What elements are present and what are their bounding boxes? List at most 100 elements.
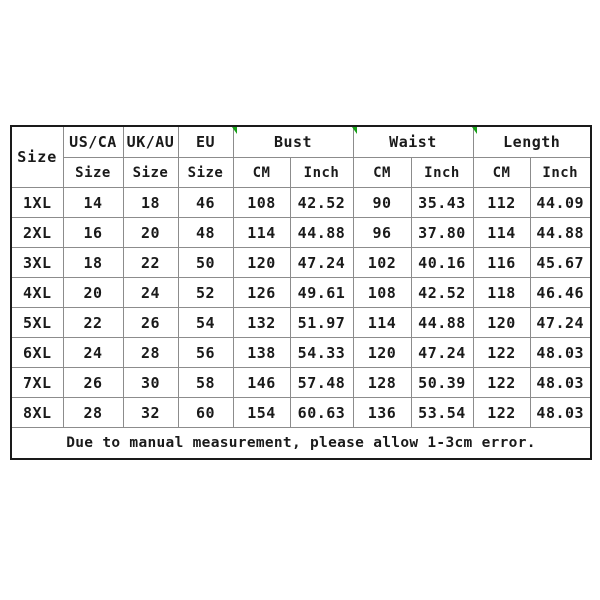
table-row: 1XL 14 18 46 108 42.52 90 35.43 112 44.0… — [11, 187, 591, 218]
cell-us-ca: 26 — [62, 367, 124, 398]
cell-length-inch: 48.03 — [529, 397, 591, 428]
cell-eu: 60 — [177, 397, 234, 428]
table-row: 4XL 20 24 52 126 49.61 108 42.52 118 46.… — [11, 277, 591, 308]
cell-eu: 50 — [177, 247, 234, 278]
cell-size: 6XL — [11, 337, 64, 368]
cell-length-inch: 44.09 — [529, 187, 591, 218]
cell-size: 1XL — [11, 187, 64, 218]
cell-eu: 54 — [177, 307, 234, 338]
cell-waist-cm: 90 — [352, 187, 412, 218]
cell-waist-cm: 120 — [352, 337, 412, 368]
cell-waist-inch: 42.52 — [410, 277, 474, 308]
header-size-corner: Size — [11, 126, 64, 188]
cell-length-inch: 46.46 — [529, 277, 591, 308]
table-row: 7XL 26 30 58 146 57.48 128 50.39 122 48.… — [11, 367, 591, 398]
cell-uk-au: 26 — [122, 307, 179, 338]
cell-bust-cm: 114 — [232, 217, 291, 248]
cell-waist-cm: 136 — [352, 397, 412, 428]
cell-eu: 58 — [177, 367, 234, 398]
table-row: 5XL 22 26 54 132 51.97 114 44.88 120 47.… — [11, 307, 591, 338]
cell-waist-cm: 102 — [352, 247, 412, 278]
header-group-row: Size US/CA UK/AU EU Bust Waist Length — [11, 126, 591, 188]
cell-us-ca: 14 — [62, 187, 124, 218]
cell-eu: 46 — [177, 187, 234, 218]
cell-us-ca: 28 — [62, 397, 124, 428]
cell-length-cm: 122 — [472, 367, 531, 398]
table-row: 2XL 16 20 48 114 44.88 96 37.80 114 44.8… — [11, 217, 591, 248]
cell-length-inch: 47.24 — [529, 307, 591, 338]
cell-uk-au: 24 — [122, 277, 179, 308]
cell-waist-inch: 37.80 — [410, 217, 474, 248]
header-sub-waist-inch: Inch — [410, 157, 474, 188]
cell-bust-inch: 47.24 — [289, 247, 354, 278]
cell-size: 8XL — [11, 397, 64, 428]
table-row: 8XL 28 32 60 154 60.63 136 53.54 122 48.… — [11, 397, 591, 428]
cell-size: 2XL — [11, 217, 64, 248]
cell-size: 4XL — [11, 277, 64, 308]
cell-bust-cm: 132 — [232, 307, 291, 338]
header-group-length: Length — [472, 126, 591, 158]
cell-waist-inch: 53.54 — [410, 397, 474, 428]
cell-us-ca: 16 — [62, 217, 124, 248]
cell-length-cm: 122 — [472, 397, 531, 428]
cell-length-inch: 44.88 — [529, 217, 591, 248]
header-sub-bust-cm: CM — [232, 157, 291, 188]
cell-eu: 52 — [177, 277, 234, 308]
cell-bust-inch: 42.52 — [289, 187, 354, 218]
header-group-bust: Bust — [232, 126, 354, 158]
cell-uk-au: 20 — [122, 217, 179, 248]
cell-length-inch: 45.67 — [529, 247, 591, 278]
cell-length-cm: 118 — [472, 277, 531, 308]
header-sub-length-cm: CM — [472, 157, 531, 188]
cell-size: 5XL — [11, 307, 64, 338]
size-chart-table: Size US/CA UK/AU EU Bust Waist Length Si… — [10, 125, 592, 460]
cell-bust-inch: 51.97 — [289, 307, 354, 338]
cell-length-inch: 48.03 — [529, 367, 591, 398]
header-sub-waist-cm: CM — [352, 157, 412, 188]
cell-eu: 56 — [177, 337, 234, 368]
cell-length-cm: 114 — [472, 217, 531, 248]
cell-uk-au: 30 — [122, 367, 179, 398]
cell-bust-inch: 57.48 — [289, 367, 354, 398]
header-sub-eu-size: Size — [177, 157, 234, 188]
measurement-note-row: Due to manual measurement, please allow … — [11, 427, 591, 460]
header-group-eu: EU — [177, 126, 234, 158]
cell-uk-au: 22 — [122, 247, 179, 278]
cell-bust-cm: 154 — [232, 397, 291, 428]
cell-bust-inch: 54.33 — [289, 337, 354, 368]
cell-waist-inch: 44.88 — [410, 307, 474, 338]
cell-size: 7XL — [11, 367, 64, 398]
cell-bust-cm: 126 — [232, 277, 291, 308]
cell-bust-inch: 44.88 — [289, 217, 354, 248]
cell-length-cm: 112 — [472, 187, 531, 218]
cell-waist-cm: 108 — [352, 277, 412, 308]
cell-us-ca: 20 — [62, 277, 124, 308]
cell-bust-inch: 60.63 — [289, 397, 354, 428]
cell-bust-cm: 108 — [232, 187, 291, 218]
header-sub-us-ca-size: Size — [63, 157, 124, 188]
cell-size: 3XL — [11, 247, 64, 278]
header-group-waist: Waist — [352, 126, 474, 158]
cell-uk-au: 32 — [122, 397, 179, 428]
header-sub-uk-au-size: Size — [122, 157, 179, 188]
cell-bust-cm: 146 — [232, 367, 291, 398]
cell-length-cm: 122 — [472, 337, 531, 368]
cell-waist-inch: 50.39 — [410, 367, 474, 398]
header-sub-row: Size Size Size CM Inch CM Inch CM Inch — [11, 157, 591, 188]
header-group-uk-au: UK/AU — [122, 126, 179, 158]
cell-waist-inch: 47.24 — [410, 337, 474, 368]
header-sub-bust-inch: Inch — [289, 157, 354, 188]
cell-us-ca: 18 — [62, 247, 124, 278]
header-group-us-ca: US/CA — [62, 126, 124, 158]
cell-uk-au: 28 — [122, 337, 179, 368]
cell-length-inch: 48.03 — [529, 337, 591, 368]
cell-length-cm: 116 — [472, 247, 531, 278]
cell-waist-cm: 128 — [352, 367, 412, 398]
cell-waist-cm: 96 — [352, 217, 412, 248]
table-row: 6XL 24 28 56 138 54.33 120 47.24 122 48.… — [11, 337, 591, 368]
cell-us-ca: 22 — [62, 307, 124, 338]
cell-us-ca: 24 — [62, 337, 124, 368]
cell-bust-cm: 120 — [232, 247, 291, 278]
size-chart-page: Size US/CA UK/AU EU Bust Waist Length Si… — [0, 0, 600, 600]
cell-bust-cm: 138 — [232, 337, 291, 368]
